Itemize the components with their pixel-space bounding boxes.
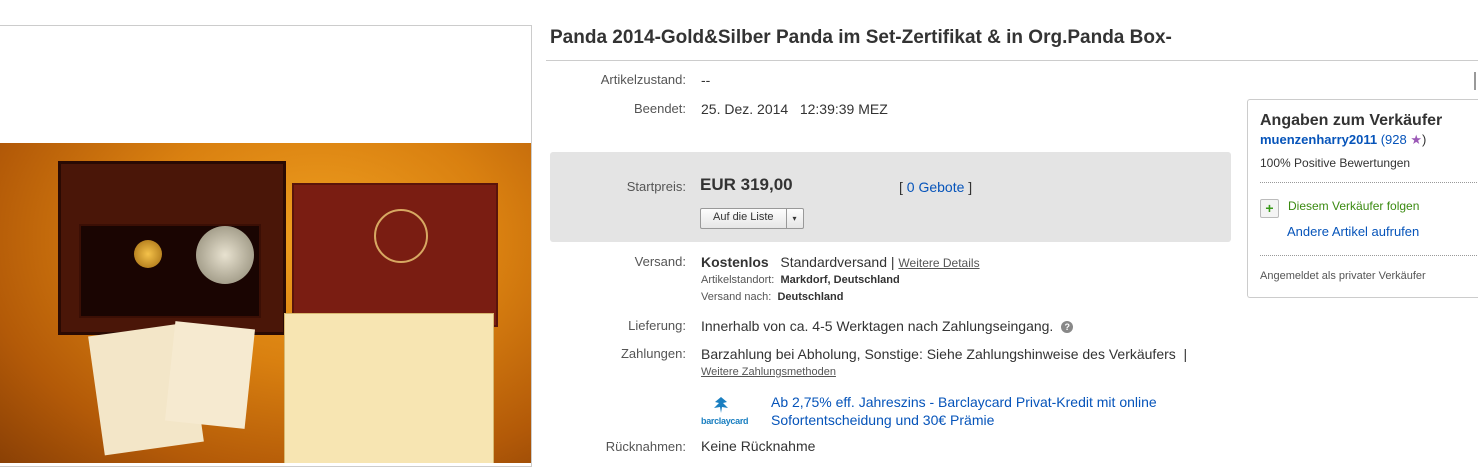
ended-value: 25. Dez. 2014 12:39:39 MEZ [701,101,888,117]
payments-separator: | [1183,346,1188,362]
ended-time: 12:39:39 MEZ [799,101,888,117]
start-price-value: EUR 319,00 [700,175,793,194]
barclaycard-logo[interactable]: barclaycard [701,394,749,428]
returns-value: Keine Rücknahme [701,438,816,454]
shipping-separator: | [890,254,895,270]
red-panda-box-image [292,183,498,327]
seller-name-row: muenzenharry2011 (928 ★) [1260,132,1426,148]
barclaycard-offer-line1[interactable]: Ab 2,75% eff. Jahreszins - Barclaycard P… [771,393,1157,411]
watchlist-label[interactable]: Auf die Liste [701,209,786,228]
follow-seller-link[interactable]: Diesem Verkäufer folgen [1288,199,1419,213]
bids-count: [ 0 Gebote ] [899,179,972,195]
seller-name-link[interactable]: muenzenharry2011 [1260,132,1377,147]
condition-label: Artikelzustand: [600,72,686,87]
ships-to-value: Deutschland [777,291,844,303]
item-location: Artikelstandort: Markdorf, Deutschland [701,274,900,286]
seller-heading: Angaben zum Verkäufer [1260,112,1443,129]
help-icon[interactable]: ? [1061,321,1074,334]
private-seller-note: Angemeldet als privater Verkäufer [1260,270,1426,282]
price-box [550,152,1231,242]
start-price-label: Startpreis: [626,179,686,194]
item-title: Panda 2014-Gold&Silber Panda im Set-Zert… [550,27,1172,48]
edge-marker [1474,72,1476,90]
silver-coin-image [196,226,254,284]
payments-label: Zahlungen: [620,346,686,361]
certificate-image-2 [164,321,256,429]
barclaycard-offer-link[interactable]: Ab 2,75% eff. Jahreszins - Barclaycard P… [771,393,1157,429]
feedback-score-link[interactable]: (928 ★) [1381,132,1427,147]
ships-to-label: Versand nach: [701,291,772,303]
divider-2 [1260,255,1478,256]
payments-text: Barzahlung bei Abholung, Sonstige: Siehe… [701,346,1176,362]
barclaycard-logo-text: barclaycard [701,416,749,426]
ended-date: 25. Dez. 2014 [701,101,789,117]
delivery-label: Lieferung: [628,318,686,333]
bids-bracket-close: ] [968,179,973,195]
location-value: Markdorf, Deutschland [780,274,900,286]
star-icon: ★ [1410,132,1423,147]
add-to-watchlist-button[interactable]: Auf die Liste ▾ [700,208,804,229]
shipping-value: Kostenlos Standardversand | Weitere Deta… [701,254,980,270]
other-items-link[interactable]: Andere Artikel aufrufen [1287,224,1419,239]
title-divider [546,60,1478,61]
shipping-method: Standardversand [780,254,887,270]
chevron-down-icon[interactable]: ▾ [785,209,803,228]
positive-feedback: 100% Positive Bewertungen [1260,156,1411,170]
plus-icon[interactable]: + [1260,199,1279,218]
barclaycard-offer-line2[interactable]: Sofortentscheidung und 30€ Prämie [771,411,1157,429]
delivery-text: Innerhalb von ca. 4-5 Werktagen nach Zah… [701,318,1054,334]
seller-info-box: Angaben zum Verkäufer muenzenharry2011 (… [1247,99,1478,298]
gold-coin-image [134,240,162,268]
product-photo[interactable] [0,143,531,463]
ended-label: Beendet: [633,101,686,116]
white-box-image [284,313,494,463]
returns-label: Rücknahmen: [605,439,686,454]
feedback-score[interactable]: (928 [1381,132,1407,147]
delivery-value: Innerhalb von ca. 4-5 Werktagen nach Zah… [701,318,1074,334]
shipping-label: Versand: [634,254,686,269]
more-payment-methods-link[interactable]: Weitere Zahlungsmethoden [701,366,836,378]
bids-link[interactable]: 0 Gebote [907,179,965,195]
feedback-score-close: ) [1422,132,1427,147]
shipping-details-link[interactable]: Weitere Details [898,256,979,270]
bids-bracket-open: [ [899,179,903,195]
shipping-cost: Kostenlos [701,254,769,270]
location-label: Artikelstandort: [701,274,775,286]
ships-to: Versand nach: Deutschland [701,291,843,303]
condition-value: -- [701,72,711,88]
payments-value: Barzahlung bei Abholung, Sonstige: Siehe… [701,346,1187,362]
divider [1260,182,1478,183]
